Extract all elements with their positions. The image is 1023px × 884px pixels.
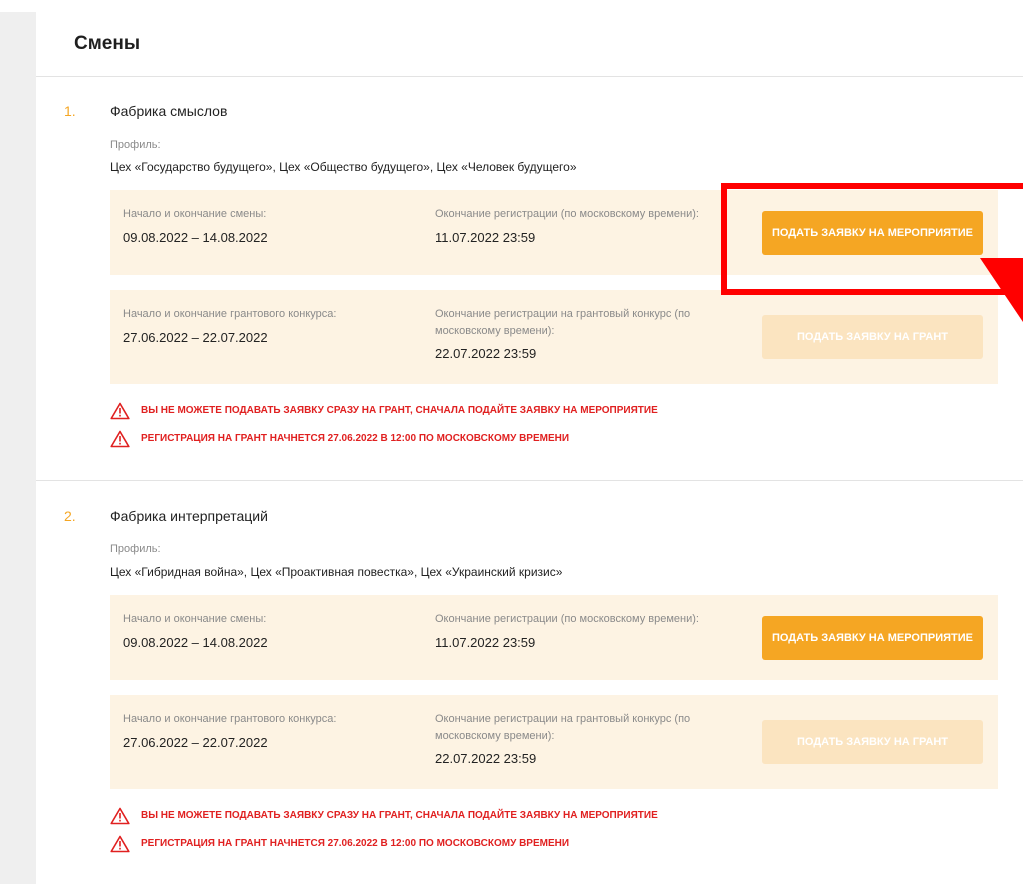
shift-divider bbox=[36, 480, 1023, 481]
profile-value: Цех «Государство будущего», Цех «Обществ… bbox=[110, 160, 577, 174]
grant-dates-value: 27.06.2022 – 22.07.2022 bbox=[123, 330, 268, 345]
shift-number: 1. bbox=[64, 103, 76, 119]
event-dates-label: Начало и окончание смены: bbox=[123, 613, 267, 625]
shift-title: Фабрика смыслов bbox=[110, 103, 228, 119]
arrow-down-icon bbox=[980, 258, 1023, 322]
apply-grant-button[interactable]: ПОДАТЬ ЗАЯВКУ НА ГРАНТ bbox=[762, 720, 983, 764]
warning-text: РЕГИСТРАЦИЯ НА ГРАНТ НАЧНЕТСЯ 27.06.2022… bbox=[141, 838, 570, 849]
left-sidebar-strip bbox=[0, 12, 36, 884]
shift-title: Фабрика интерпретаций bbox=[110, 508, 268, 524]
profile-value: Цех «Гибридная война», Цех «Проактивная … bbox=[110, 565, 563, 579]
profile-label: Профиль: bbox=[110, 139, 161, 151]
warning-triangle-icon bbox=[110, 807, 130, 825]
grant-panel: Начало и окончание грантового конкурса: … bbox=[110, 695, 998, 789]
warning-triangle-icon bbox=[110, 430, 130, 448]
apply-grant-button[interactable]: ПОДАТЬ ЗАЯВКУ НА ГРАНТ bbox=[762, 315, 983, 359]
header-divider bbox=[36, 76, 1023, 77]
warning-text: ВЫ НЕ МОЖЕТЕ ПОДАВАТЬ ЗАЯВКУ СРАЗУ НА ГР… bbox=[141, 810, 658, 821]
warning-triangle-icon bbox=[110, 835, 130, 853]
grant-dates-label: Начало и окончание грантового конкурса: bbox=[123, 308, 337, 320]
warning-message: РЕГИСТРАЦИЯ НА ГРАНТ НАЧНЕТСЯ 27.06.2022… bbox=[110, 835, 710, 853]
grant-dates-label: Начало и окончание грантового конкурса: bbox=[123, 713, 337, 725]
event-registration-label: Окончание регистрации (по московскому вр… bbox=[435, 613, 699, 625]
event-panel: Начало и окончание смены: 09.08.2022 – 1… bbox=[110, 595, 998, 680]
warning-text: РЕГИСТРАЦИЯ НА ГРАНТ НАЧНЕТСЯ 27.06.2022… bbox=[141, 433, 570, 444]
event-dates-label: Начало и окончание смены: bbox=[123, 208, 267, 220]
grant-dates-value: 27.06.2022 – 22.07.2022 bbox=[123, 735, 268, 750]
event-registration-label: Окончание регистрации (по московскому вр… bbox=[435, 208, 699, 220]
grant-registration-label-line1: Окончание регистрации на грантовый конку… bbox=[435, 713, 691, 725]
page-title: Смены bbox=[74, 33, 141, 54]
grant-registration-label-line1: Окончание регистрации на грантовый конку… bbox=[435, 308, 691, 320]
shift-number: 2. bbox=[64, 508, 76, 524]
warning-text: ВЫ НЕ МОЖЕТЕ ПОДАВАТЬ ЗАЯВКУ СРАЗУ НА ГР… bbox=[141, 405, 658, 416]
grant-registration-label-line2: московскому времени): bbox=[435, 730, 555, 742]
event-registration-value: 11.07.2022 23:59 bbox=[435, 635, 536, 650]
profile-label: Профиль: bbox=[110, 543, 161, 555]
warning-triangle-icon bbox=[110, 402, 130, 420]
event-dates-value: 09.08.2022 – 14.08.2022 bbox=[123, 635, 268, 650]
event-dates-value: 09.08.2022 – 14.08.2022 bbox=[123, 230, 268, 245]
shifts-section: Смены 1. Фабрика смыслов Профиль: Цех «Г… bbox=[36, 12, 1023, 884]
warning-message: ВЫ НЕ МОЖЕТЕ ПОДАВАТЬ ЗАЯВКУ СРАЗУ НА ГР… bbox=[110, 807, 710, 825]
annotation-highlight-box bbox=[721, 183, 1023, 295]
grant-registration-value: 22.07.2022 23:59 bbox=[435, 751, 537, 766]
grant-panel: Начало и окончание грантового конкурса: … bbox=[110, 290, 998, 384]
apply-event-button[interactable]: ПОДАТЬ ЗАЯВКУ НА МЕРОПРИЯТИЕ bbox=[762, 616, 983, 660]
grant-registration-label-line2: московскому времени): bbox=[435, 325, 555, 337]
warning-message: ВЫ НЕ МОЖЕТЕ ПОДАВАТЬ ЗАЯВКУ СРАЗУ НА ГР… bbox=[110, 402, 710, 420]
warning-message: РЕГИСТРАЦИЯ НА ГРАНТ НАЧНЕТСЯ 27.06.2022… bbox=[110, 430, 710, 448]
event-registration-value: 11.07.2022 23:59 bbox=[435, 230, 536, 245]
grant-registration-value: 22.07.2022 23:59 bbox=[435, 346, 537, 361]
